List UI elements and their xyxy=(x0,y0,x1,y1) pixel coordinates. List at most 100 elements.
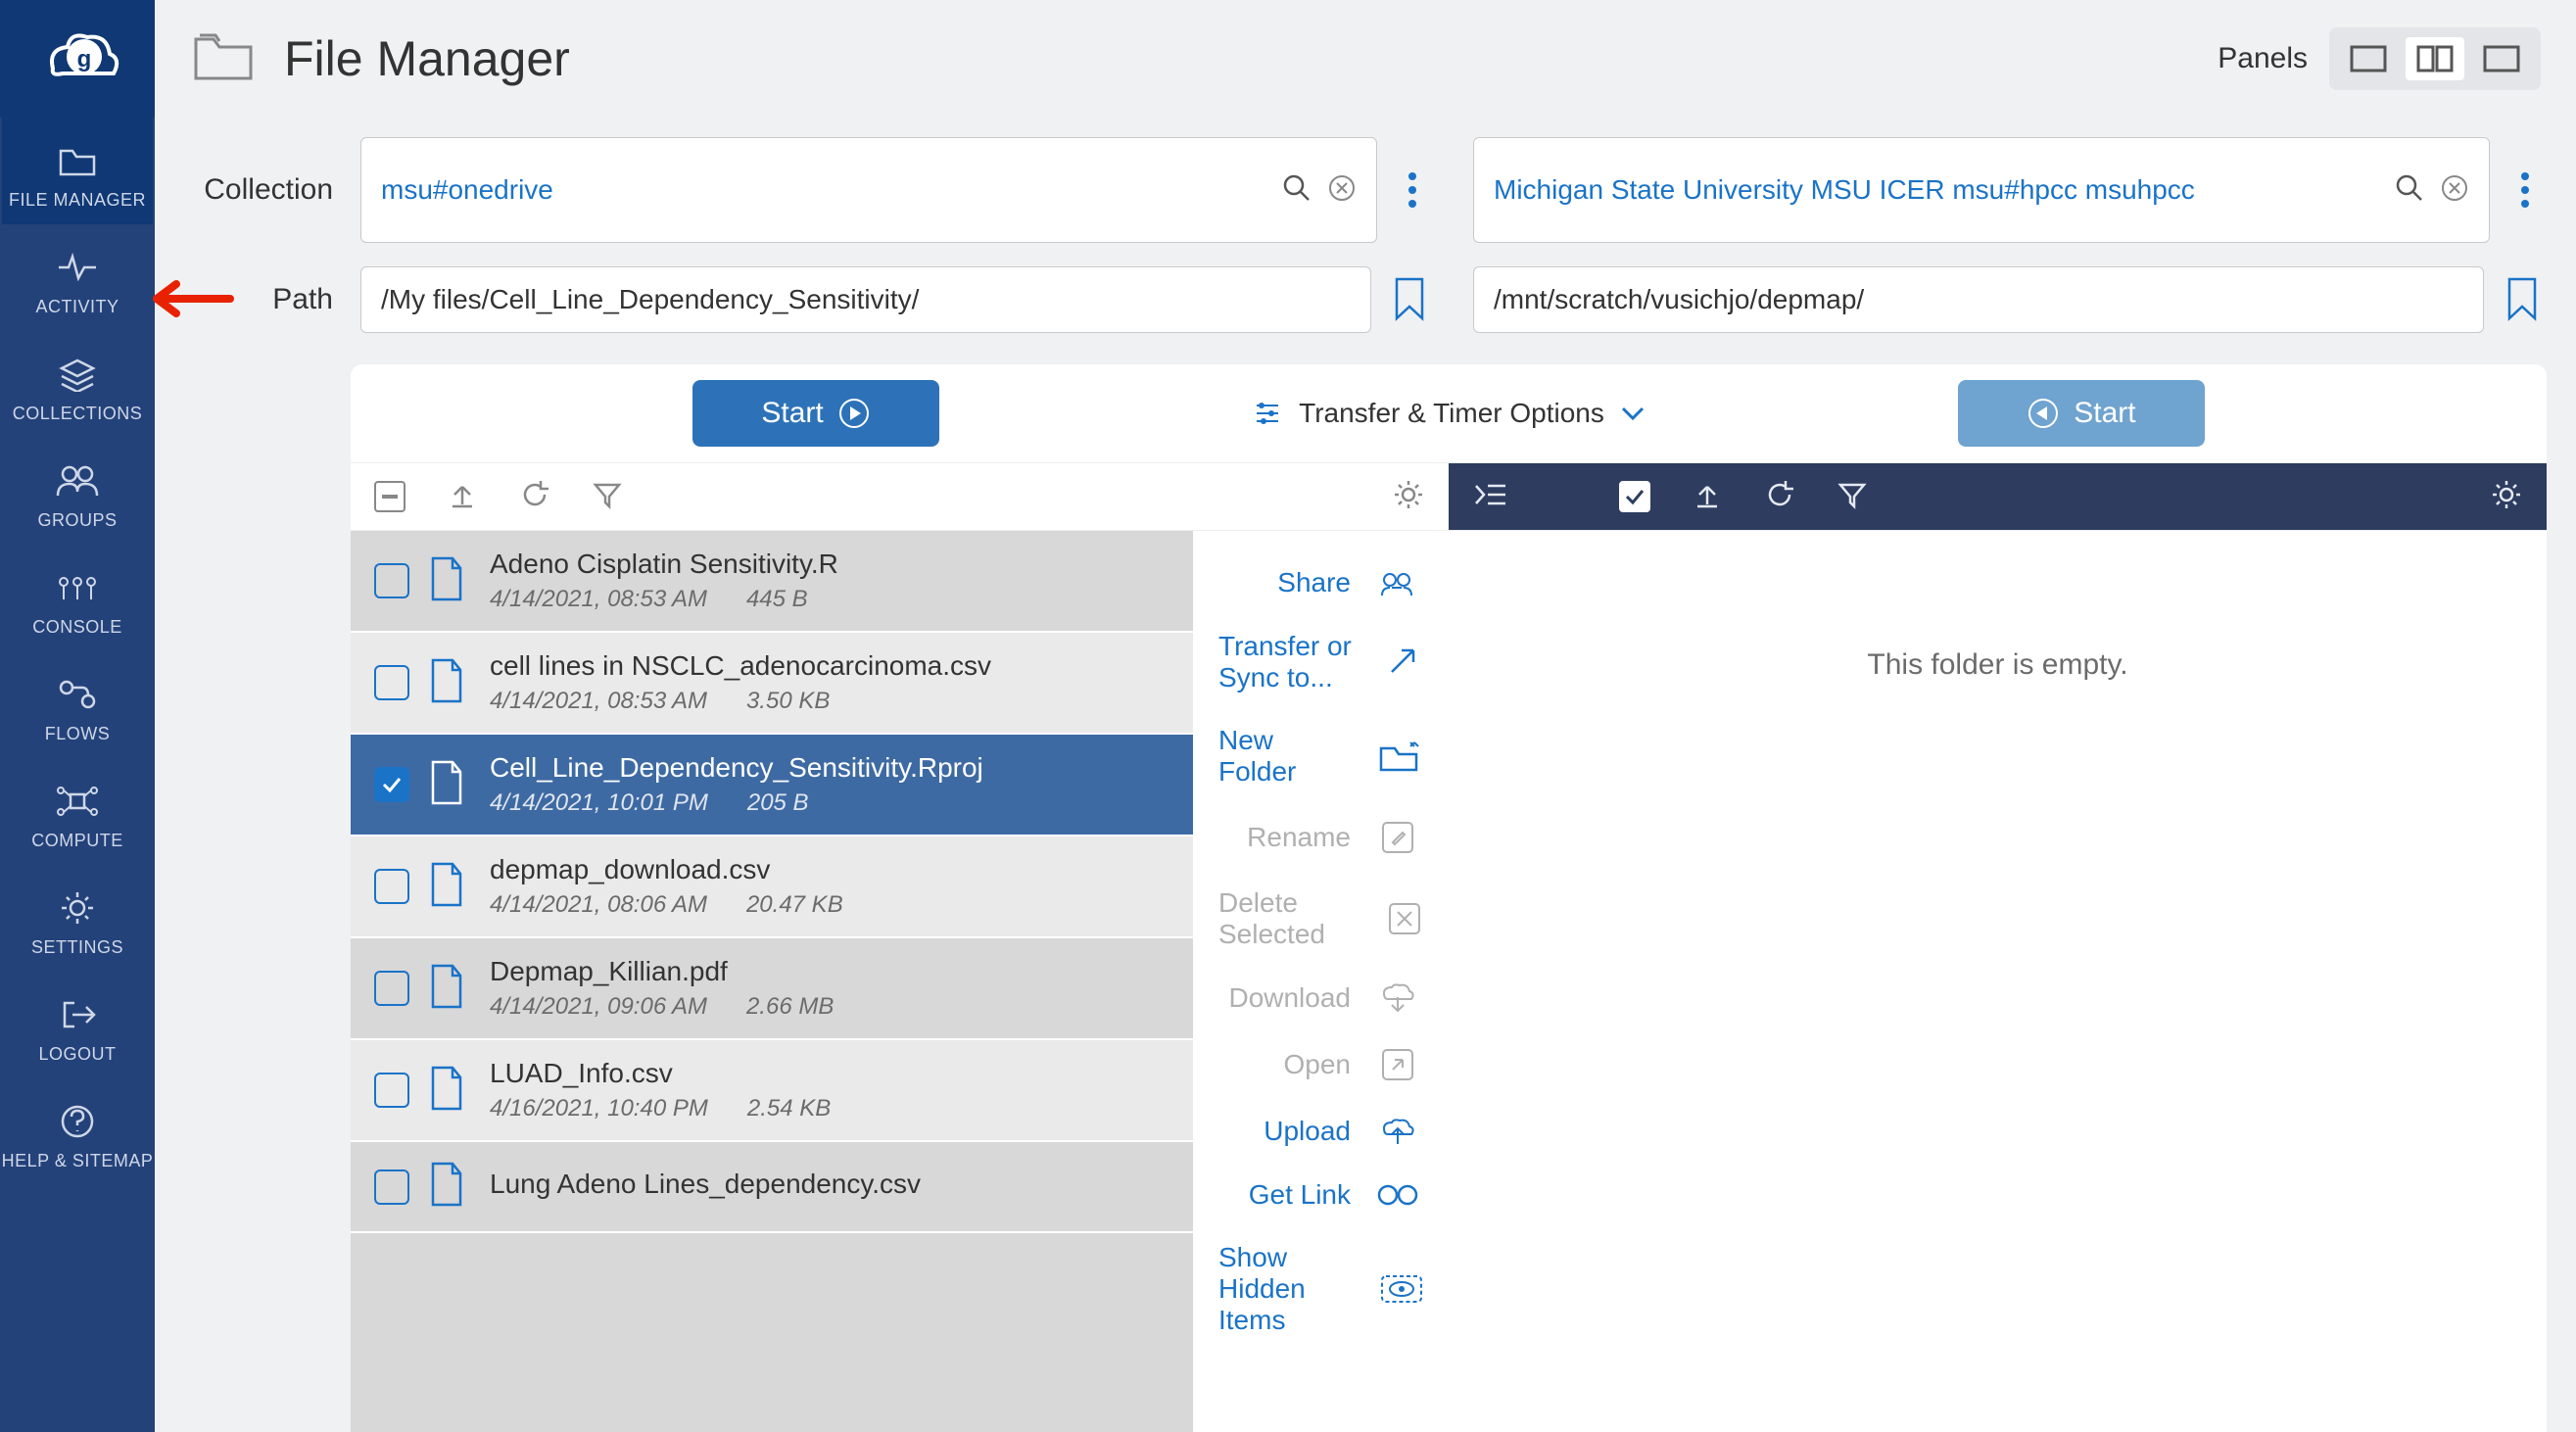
filter-icon[interactable] xyxy=(1837,479,1868,515)
file-info: cell lines in NSCLC_adenocarcinoma.csv4/… xyxy=(490,650,1169,715)
transfer-icon xyxy=(1384,643,1423,682)
gear-icon[interactable] xyxy=(2490,478,2523,516)
sidebar-item-console[interactable]: CONSOLE xyxy=(2,545,154,651)
left-toolbar xyxy=(351,462,1449,531)
file-date: 4/16/2021, 10:40 PM xyxy=(490,1095,708,1122)
right-path-field[interactable]: /mnt/scratch/vusichjo/depmap/ xyxy=(1473,266,2484,333)
terminal-icon[interactable] xyxy=(1472,480,1507,514)
file-row[interactable]: Lung Adeno Lines_dependency.csv xyxy=(351,1142,1193,1233)
refresh-icon[interactable] xyxy=(519,479,550,515)
panel-single-button[interactable] xyxy=(2339,37,2398,80)
sidebar-item-label: SETTINGS xyxy=(31,937,123,958)
clear-icon[interactable] xyxy=(2440,173,2469,208)
sidebar-item-compute[interactable]: COMPUTE xyxy=(2,758,154,865)
file-icon xyxy=(427,860,472,914)
up-folder-icon[interactable] xyxy=(1692,479,1723,515)
link-icon xyxy=(1372,1182,1423,1208)
right-bookmark-button[interactable] xyxy=(2498,277,2547,322)
file-icon xyxy=(427,962,472,1016)
action-label: Get Link xyxy=(1249,1179,1351,1211)
panel-split-button[interactable] xyxy=(2406,37,2464,80)
file-icon xyxy=(427,758,472,812)
file-checkbox[interactable] xyxy=(374,665,409,700)
sidebar-item-label: FLOWS xyxy=(45,724,111,744)
gear-icon[interactable] xyxy=(1392,478,1425,516)
action-new-folder[interactable]: New Folder xyxy=(1218,709,1423,803)
action-upload[interactable]: Upload xyxy=(1218,1099,1423,1164)
select-all-checkbox[interactable] xyxy=(374,481,405,512)
sidebar-item-file-manager[interactable]: FILE MANAGER xyxy=(2,118,154,224)
file-checkbox[interactable] xyxy=(374,767,409,802)
file-info: Depmap_Killian.pdf4/14/2021, 09:06 AM2.6… xyxy=(490,956,1169,1021)
svg-text:g: g xyxy=(77,46,92,72)
sidebar-item-help-sitemap[interactable]: HELP & SITEMAP xyxy=(2,1078,154,1185)
sidebar-item-collections[interactable]: COLLECTIONS xyxy=(2,331,154,438)
action-label: Delete Selected xyxy=(1218,887,1363,950)
file-checkbox[interactable] xyxy=(374,1073,409,1108)
action-delete-selected: Delete Selected xyxy=(1218,872,1423,966)
file-checkbox[interactable] xyxy=(374,1169,409,1205)
file-name: Cell_Line_Dependency_Sensitivity.Rproj xyxy=(490,752,1169,784)
file-name: Depmap_Killian.pdf xyxy=(490,956,1169,987)
right-toolbar xyxy=(1449,462,2547,531)
sidebar-item-label: GROUPS xyxy=(37,510,117,531)
file-size: 20.47 KB xyxy=(746,891,843,919)
clear-icon[interactable] xyxy=(1327,173,1357,208)
sidebar-item-groups[interactable]: GROUPS xyxy=(2,438,154,545)
file-row[interactable]: Adeno Cisplatin Sensitivity.R4/14/2021, … xyxy=(351,531,1193,633)
sidebar-item-activity[interactable]: ACTIVITY xyxy=(2,224,154,331)
controls: Collection msu#onedrive Michigan State U… xyxy=(155,118,2576,357)
action-get-link[interactable]: Get Link xyxy=(1218,1164,1423,1226)
file-date: 4/14/2021, 08:53 AM xyxy=(490,688,707,715)
sidebar-item-flows[interactable]: FLOWS xyxy=(2,651,154,758)
main: File Manager Panels Coll xyxy=(155,0,2576,1432)
right-start-button[interactable]: Start xyxy=(1958,380,2204,447)
filter-icon[interactable] xyxy=(592,479,623,515)
select-all-checkbox[interactable] xyxy=(1619,481,1650,512)
left-bookmark-button[interactable] xyxy=(1385,277,1434,322)
sidebar-item-logout[interactable]: LOGOUT xyxy=(2,972,154,1078)
transfer-options-button[interactable]: Transfer & Timer Options xyxy=(1252,398,1646,429)
action-label: Share xyxy=(1277,567,1351,598)
logout-icon xyxy=(59,993,96,1036)
right-collection-field[interactable]: Michigan State University MSU ICER msu#h… xyxy=(1473,137,2490,243)
app-logo: g xyxy=(0,0,155,118)
file-row[interactable]: depmap_download.csv4/14/2021, 08:06 AM20… xyxy=(351,836,1193,938)
search-icon[interactable] xyxy=(1282,173,1312,208)
download-icon xyxy=(1372,981,1423,1015)
left-collection-field[interactable]: msu#onedrive xyxy=(360,137,1377,243)
file-row[interactable]: LUAD_Info.csv4/16/2021, 10:40 PM2.54 KB xyxy=(351,1040,1193,1142)
action-show-hidden-items[interactable]: Show Hidden Items xyxy=(1218,1226,1423,1352)
file-info: Adeno Cisplatin Sensitivity.R4/14/2021, … xyxy=(490,549,1169,613)
sidebar-item-label: COLLECTIONS xyxy=(13,404,143,424)
sidebar-item-label: CONSOLE xyxy=(32,617,122,638)
file-checkbox[interactable] xyxy=(374,869,409,904)
up-folder-icon[interactable] xyxy=(447,479,478,515)
action-transfer-or-sync-to-[interactable]: Transfer or Sync to... xyxy=(1218,615,1423,709)
file-icon xyxy=(427,1160,472,1214)
action-label: New Folder xyxy=(1218,725,1353,788)
action-share[interactable]: Share xyxy=(1218,550,1423,615)
right-pane: This folder is empty. xyxy=(1449,462,2547,1432)
file-row[interactable]: cell lines in NSCLC_adenocarcinoma.csv4/… xyxy=(351,633,1193,735)
activity-icon xyxy=(57,246,98,289)
file-checkbox[interactable] xyxy=(374,563,409,598)
left-collection-menu[interactable] xyxy=(1391,172,1434,208)
left-collection-value: msu#onedrive xyxy=(381,170,1266,209)
file-checkbox[interactable] xyxy=(374,971,409,1006)
left-start-button[interactable]: Start xyxy=(692,380,938,447)
page-title: File Manager xyxy=(284,30,2218,87)
panel-single-right-button[interactable] xyxy=(2472,37,2531,80)
file-name: depmap_download.csv xyxy=(490,854,1169,885)
refresh-icon[interactable] xyxy=(1764,479,1795,515)
file-row[interactable]: Depmap_Killian.pdf4/14/2021, 09:06 AM2.6… xyxy=(351,938,1193,1040)
search-icon[interactable] xyxy=(2395,173,2424,208)
left-path-value: /My files/Cell_Line_Dependency_Sensitivi… xyxy=(381,280,1351,318)
sidebar-item-settings[interactable]: SETTINGS xyxy=(2,865,154,972)
right-collection-menu[interactable] xyxy=(2504,172,2547,208)
left-path-field[interactable]: /My files/Cell_Line_Dependency_Sensitivi… xyxy=(360,266,1371,333)
rename-icon xyxy=(1372,819,1423,856)
action-label: Open xyxy=(1284,1049,1352,1080)
action-label: Transfer or Sync to... xyxy=(1218,631,1362,693)
file-row[interactable]: Cell_Line_Dependency_Sensitivity.Rproj4/… xyxy=(351,735,1193,836)
